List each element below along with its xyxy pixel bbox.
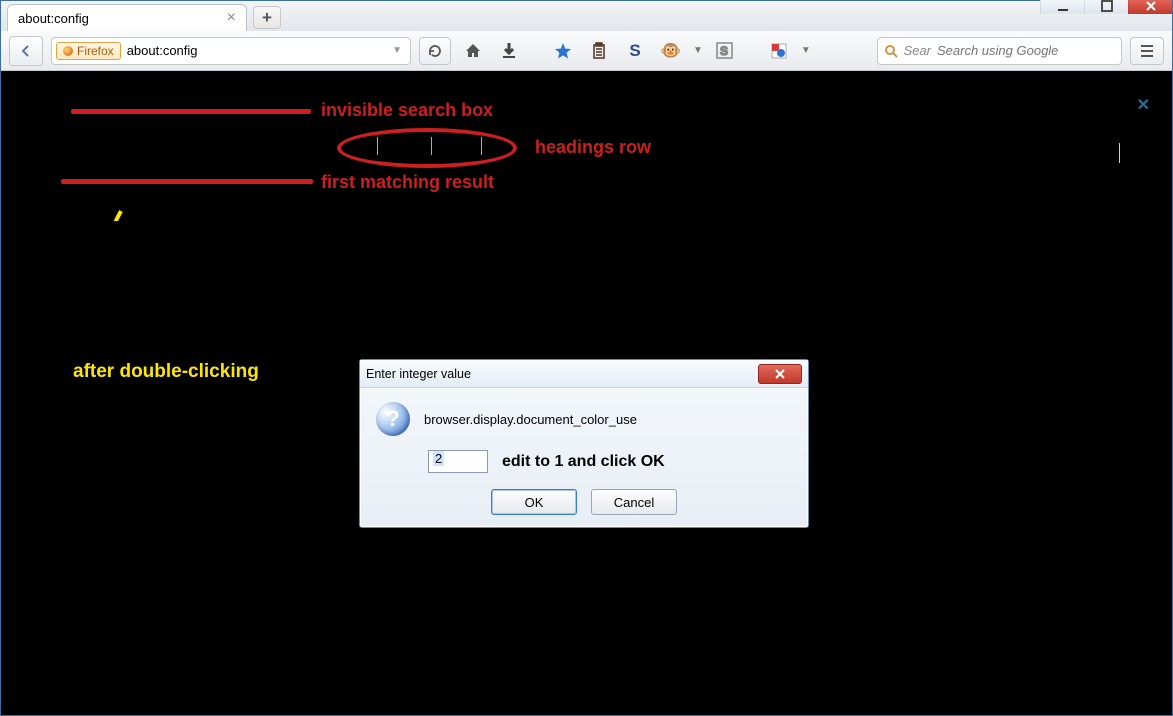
url-input[interactable] bbox=[127, 43, 382, 58]
tab-about-config[interactable]: about:config × bbox=[7, 4, 247, 31]
clipboard-icon[interactable] bbox=[585, 37, 613, 65]
monkey-icon[interactable]: 🐵 bbox=[657, 37, 685, 65]
search-input[interactable] bbox=[937, 43, 1115, 58]
back-button[interactable] bbox=[9, 36, 43, 66]
noscript-icon[interactable]: S bbox=[711, 37, 739, 65]
integer-value-dialog: Enter integer value ? browser.display.do… bbox=[359, 359, 809, 528]
annotation-line-search bbox=[71, 109, 311, 114]
tab-title: about:config bbox=[18, 11, 89, 26]
browser-window: about:config × + Firefox bbox=[0, 0, 1173, 716]
page-caret bbox=[1119, 143, 1120, 163]
search-box[interactable]: Sear bbox=[877, 37, 1122, 65]
tab-strip: about:config × + bbox=[1, 1, 1172, 31]
search-prefix: Sear bbox=[904, 43, 931, 58]
annotation-invisible-search: invisible search box bbox=[321, 100, 493, 121]
svg-text:S: S bbox=[720, 44, 728, 58]
new-tab-button[interactable]: + bbox=[253, 6, 281, 29]
heading-sep-3 bbox=[481, 137, 482, 155]
address-bar[interactable]: Firefox ▼ bbox=[51, 37, 411, 65]
annotation-edit-hint: edit to 1 and click OK bbox=[502, 453, 665, 471]
identity-label: Firefox bbox=[77, 44, 114, 58]
toolbar-dropdown-2[interactable]: ▼ bbox=[801, 45, 811, 56]
window-minimize-button[interactable] bbox=[1040, 0, 1084, 14]
url-dropdown-icon[interactable]: ▼ bbox=[388, 45, 406, 56]
navigation-toolbar: Firefox ▼ S 🐵 ▼ S bbox=[1, 31, 1172, 71]
annotation-first-result: first matching result bbox=[321, 172, 494, 193]
dialog-pref-name: browser.display.document_color_use bbox=[424, 412, 637, 427]
window-close-button[interactable] bbox=[1128, 0, 1172, 14]
bookmark-star-button[interactable] bbox=[549, 37, 577, 65]
about-config-page[interactable]: ✕ invisible search box headings row firs… bbox=[1, 71, 1172, 715]
search-icon bbox=[884, 44, 898, 58]
window-maximize-button[interactable] bbox=[1084, 0, 1128, 14]
annotation-headings-row: headings row bbox=[535, 137, 651, 158]
dialog-body: ? browser.display.document_color_use 2 e… bbox=[360, 388, 808, 527]
annotation-line-first-result bbox=[61, 179, 313, 184]
integer-input-value: 2 bbox=[433, 451, 444, 466]
stylish-icon[interactable]: S bbox=[621, 37, 649, 65]
annotation-oval-headings bbox=[337, 128, 517, 168]
dialog-cancel-button[interactable]: Cancel bbox=[591, 489, 677, 515]
menu-button[interactable] bbox=[1130, 37, 1164, 65]
dialog-ok-button[interactable]: OK bbox=[491, 489, 577, 515]
dialog-title: Enter integer value bbox=[366, 367, 471, 381]
downloads-button[interactable] bbox=[495, 37, 523, 65]
reload-button[interactable] bbox=[419, 37, 451, 65]
annotation-after-dblclick: after double-clicking bbox=[73, 361, 259, 383]
identity-badge[interactable]: Firefox bbox=[56, 42, 121, 60]
tab-close-icon[interactable]: × bbox=[227, 10, 236, 26]
annotation-arrow bbox=[1, 71, 301, 221]
heading-sep-1 bbox=[377, 137, 378, 155]
page-close-icon[interactable]: ✕ bbox=[1137, 95, 1150, 115]
pdf-icon[interactable] bbox=[765, 37, 793, 65]
dialog-close-button[interactable] bbox=[758, 364, 802, 384]
dialog-titlebar[interactable]: Enter integer value bbox=[360, 360, 808, 388]
question-icon: ? bbox=[376, 402, 410, 436]
toolbar-dropdown-1[interactable]: ▼ bbox=[693, 45, 703, 56]
home-button[interactable] bbox=[459, 37, 487, 65]
heading-sep-2 bbox=[431, 137, 432, 155]
firefox-icon bbox=[63, 46, 73, 56]
integer-input[interactable]: 2 bbox=[428, 450, 488, 473]
